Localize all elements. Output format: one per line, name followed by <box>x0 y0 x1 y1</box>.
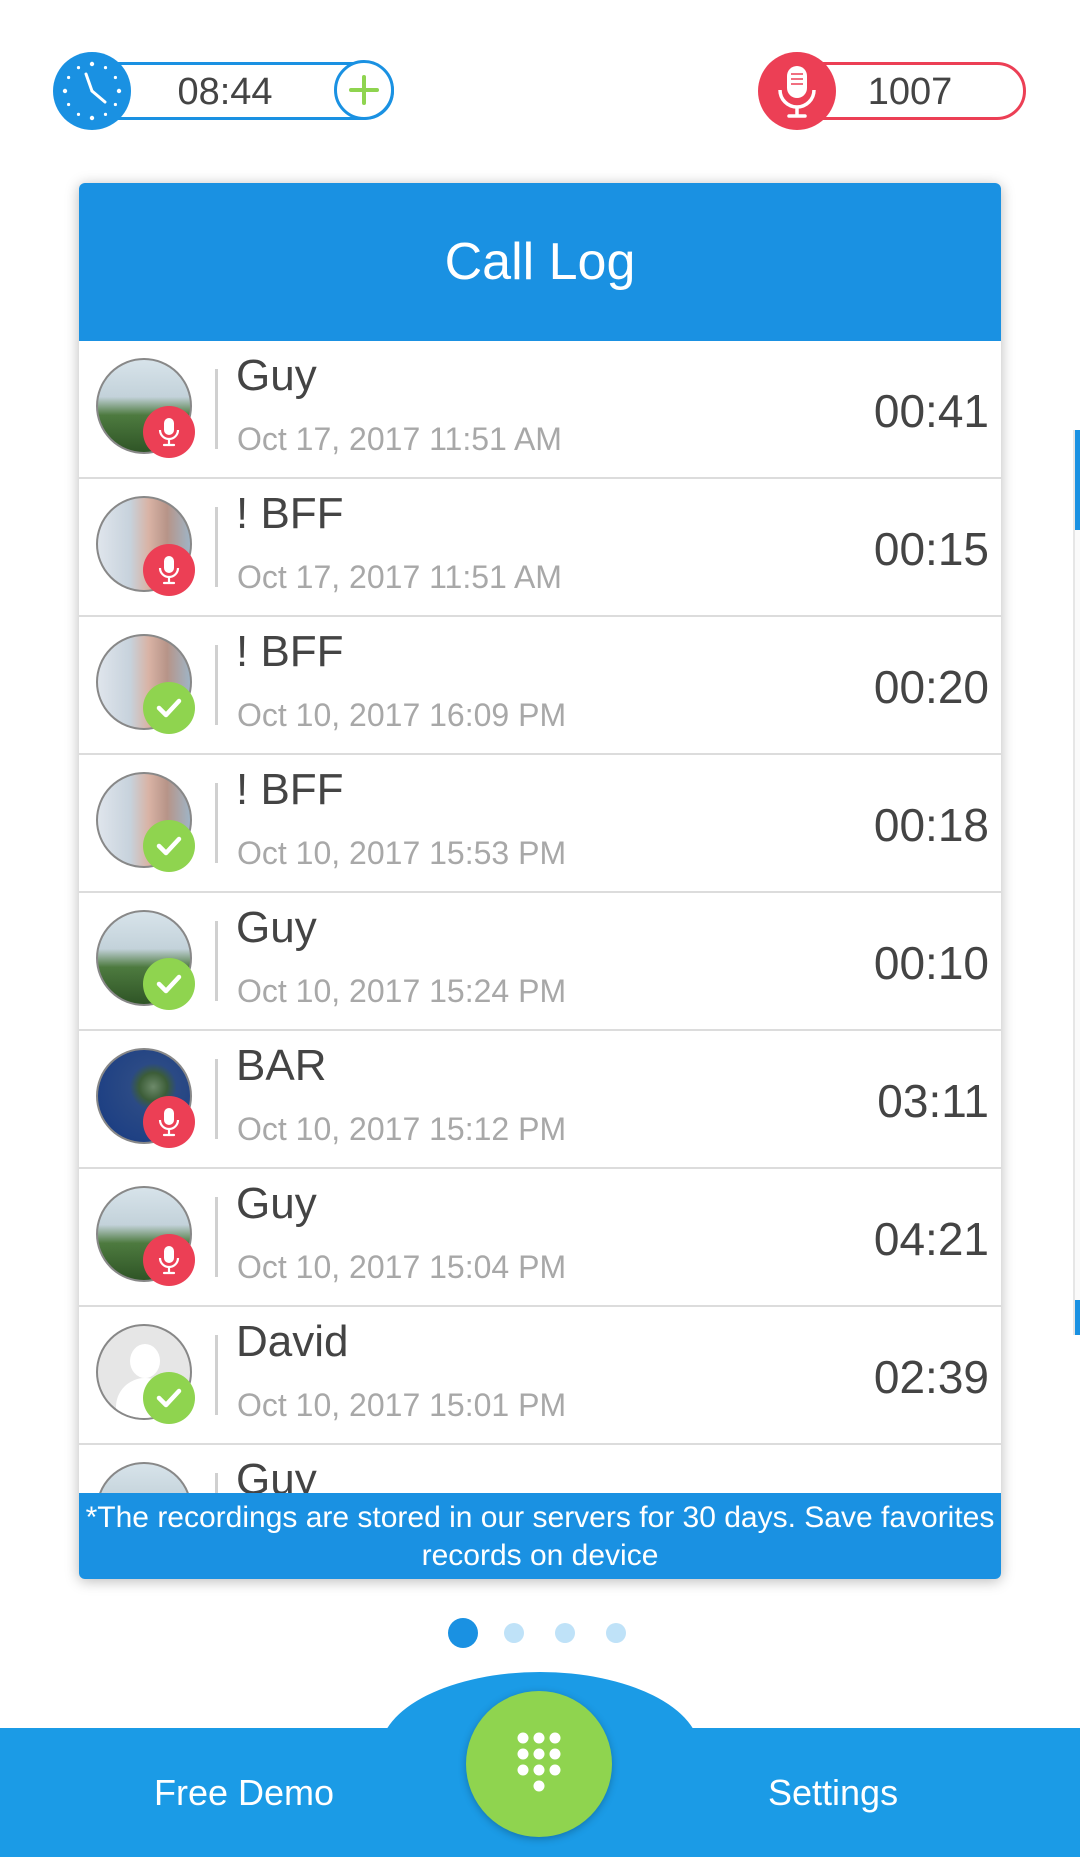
microphone-icon <box>143 406 195 458</box>
divider <box>215 507 218 587</box>
plus-icon <box>349 75 379 105</box>
divider <box>215 369 218 449</box>
contact-name: David <box>236 1317 349 1366</box>
call-duration: 04:21 <box>873 1213 989 1265</box>
call-log-row[interactable]: Guy Oct 10, 2017 15:04 PM 04:21 <box>79 1169 1001 1307</box>
microphone-icon <box>758 52 836 130</box>
contact-name: ! BFF <box>236 765 344 814</box>
page-dot[interactable] <box>504 1623 524 1643</box>
storage-notice: *The recordings are stored in our server… <box>79 1493 1001 1579</box>
call-duration: 00:41 <box>873 385 989 437</box>
divider <box>215 783 218 863</box>
call-duration: 00:10 <box>873 937 989 989</box>
dialpad-icon <box>517 1732 561 1792</box>
divider <box>215 921 218 1001</box>
call-date: Oct 10, 2017 15:04 PM <box>237 1249 567 1285</box>
microphone-icon <box>143 544 195 596</box>
recordings-count: 1007 <box>867 71 953 113</box>
page-dot[interactable] <box>555 1623 575 1643</box>
microphone-icon <box>143 1234 195 1286</box>
contact-name: ! BFF <box>236 489 344 538</box>
call-duration: 02:39 <box>873 1351 989 1403</box>
call-log-row[interactable]: Guy Oct 17, 2017 11:51 AM 00:41 <box>79 341 1001 479</box>
microphone-icon <box>143 1096 195 1148</box>
page-dot[interactable] <box>606 1623 626 1643</box>
divider <box>215 1197 218 1277</box>
call-date: Oct 10, 2017 16:09 PM <box>237 697 567 733</box>
page-dot[interactable] <box>448 1618 478 1648</box>
divider <box>215 1335 218 1415</box>
call-duration: 00:15 <box>873 523 989 575</box>
add-time-button[interactable] <box>334 60 394 120</box>
call-duration: 00:20 <box>873 661 989 713</box>
call-log-row[interactable]: BAR Oct 10, 2017 15:12 PM 03:11 <box>79 1031 1001 1169</box>
contact-name: ! BFF <box>236 627 344 676</box>
contact-name: BAR <box>236 1041 327 1090</box>
dialpad-button[interactable] <box>466 1691 612 1837</box>
contact-name: Guy <box>236 903 317 952</box>
call-date: Oct 10, 2017 15:12 PM <box>237 1111 567 1147</box>
divider <box>215 1059 218 1139</box>
card-title: Call Log <box>79 183 1001 341</box>
call-log-row[interactable]: ! BFF Oct 10, 2017 15:53 PM 00:18 <box>79 755 1001 893</box>
next-page-peek <box>1073 430 1080 1335</box>
call-log-row[interactable]: ! BFF Oct 17, 2017 11:51 AM 00:15 <box>79 479 1001 617</box>
call-log-row[interactable]: ! BFF Oct 10, 2017 16:09 PM 00:20 <box>79 617 1001 755</box>
call-date: Oct 17, 2017 11:51 AM <box>237 421 562 457</box>
call-log-row[interactable]: David Oct 10, 2017 15:01 PM 02:39 <box>79 1307 1001 1445</box>
call-duration: 00:18 <box>873 799 989 851</box>
free-demo-button[interactable]: Free Demo <box>154 1772 334 1814</box>
call-duration: 03:11 <box>877 1075 989 1127</box>
contact-name: Guy <box>236 1179 317 1228</box>
contact-name: Guy <box>236 351 317 400</box>
time-remaining: 08:44 <box>177 71 273 113</box>
check-icon <box>143 1372 195 1424</box>
call-log-list[interactable]: Guy Oct 17, 2017 11:51 AM 00:41 ! BFF Oct 17… <box>79 341 1001 1579</box>
clock-icon <box>53 52 131 130</box>
check-icon <box>143 820 195 872</box>
call-date: Oct 10, 2017 15:01 PM <box>237 1387 567 1423</box>
call-log-row[interactable]: Guy Oct 10, 2017 15:24 PM 00:10 <box>79 893 1001 1031</box>
call-log-card: Call Log Guy Oct 17, 2017 11:51 AM 00:41 ! … <box>79 183 1001 1579</box>
check-icon <box>143 682 195 734</box>
call-date: Oct 10, 2017 15:53 PM <box>237 835 567 871</box>
settings-button[interactable]: Settings <box>768 1772 898 1814</box>
call-date: Oct 17, 2017 11:51 AM <box>237 559 562 595</box>
call-date: Oct 10, 2017 15:24 PM <box>237 973 567 1009</box>
divider <box>215 645 218 725</box>
check-icon <box>143 958 195 1010</box>
